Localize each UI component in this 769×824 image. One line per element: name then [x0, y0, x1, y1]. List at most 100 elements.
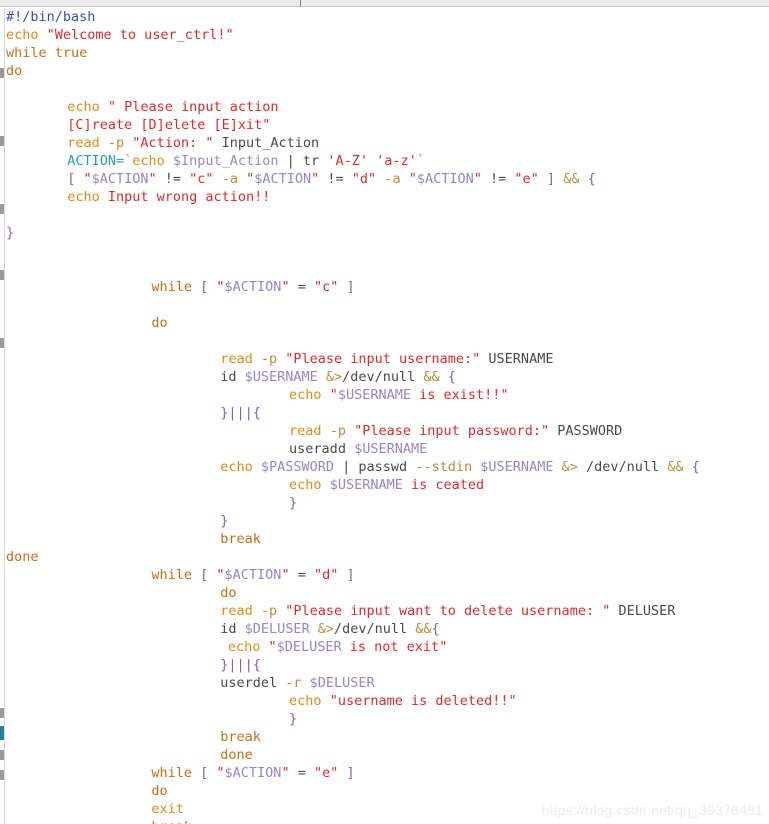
code-token-var: $USERNAME [244, 369, 318, 385]
code-line[interactable] [6, 80, 769, 98]
code-token-kw: break [220, 729, 261, 745]
code-line[interactable]: echo "$USERNAME is exist!!" [6, 386, 769, 404]
code-line[interactable]: id $USERNAME &>/dev/null && { [6, 368, 769, 386]
code-line[interactable] [6, 206, 769, 224]
code-token-str: is ceated [402, 477, 485, 493]
editor-gutter-marker-bar[interactable] [0, 8, 5, 824]
code-line[interactable]: done [6, 548, 769, 566]
watermark-text: https://blog.csdn.net/qq_39376481 [541, 802, 763, 818]
code-line[interactable] [6, 260, 769, 278]
code-line[interactable]: do [6, 584, 769, 602]
code-line[interactable]: read -p "Please input want to delete use… [6, 602, 769, 620]
code-line[interactable]: do [6, 782, 769, 800]
scrollbar-tick [300, 0, 301, 7]
gutter-mark[interactable] [0, 204, 4, 214]
code-token-builtin: echo [227, 639, 269, 655]
code-line[interactable]: while [ "$ACTION" = "e" ] [6, 764, 769, 782]
code-line[interactable]: while [ "$ACTION" = "c" ] [6, 278, 769, 296]
code-token-kw: do [220, 585, 237, 601]
code-line[interactable]: echo $USERNAME is ceated [6, 476, 769, 494]
code-token-str: Input wrong action!! [107, 189, 271, 205]
horizontal-scrollbar[interactable] [0, 0, 769, 7]
code-token-var: $ACTION [224, 279, 282, 295]
code-line[interactable]: }|||{ [6, 404, 769, 422]
code-line[interactable]: echo "Welcome to user_ctrl!" [6, 26, 769, 44]
code-token-op: &> [553, 459, 578, 475]
code-line[interactable]: } [6, 512, 769, 530]
code-line[interactable]: echo $PASSWORD | passwd --stdin $USERNAM… [6, 458, 769, 476]
code-token-builtin: echo [220, 459, 261, 475]
code-token-plain: = [289, 765, 314, 781]
code-line[interactable]: echo "$DELUSER is not exit" [6, 638, 769, 656]
code-line[interactable]: echo "username is deleted!!" [6, 692, 769, 710]
code-token-var: $ACTION [254, 171, 312, 187]
code-token-punct: ] [338, 279, 355, 295]
code-line[interactable]: echo " Please input action [6, 98, 769, 116]
code-line[interactable] [6, 296, 769, 314]
code-line[interactable]: read -p "Please input username:" USERNAM… [6, 350, 769, 368]
code-token-punct: ] [338, 567, 355, 583]
gutter-mark[interactable] [0, 338, 4, 348]
code-token-plain: USERNAME [480, 351, 554, 367]
code-line[interactable]: done [6, 746, 769, 764]
code-line[interactable]: while true [6, 44, 769, 62]
code-token-str: " [216, 279, 225, 295]
code-line[interactable]: read -p "Please input password:" PASSWOR… [6, 422, 769, 440]
code-token-punct: } [289, 495, 298, 511]
code-token-str: "d" [351, 171, 377, 187]
gutter-mark[interactable] [0, 708, 4, 718]
code-line[interactable]: break [6, 728, 769, 746]
code-token-plain: != [481, 171, 515, 187]
gutter-mark[interactable] [0, 770, 4, 780]
code-line[interactable]: echo Input wrong action!! [6, 188, 769, 206]
gutter-mark[interactable] [0, 726, 4, 740]
code-line[interactable]: #!/bin/bash [6, 8, 769, 26]
gutter-mark[interactable] [0, 270, 4, 280]
gutter-mark[interactable] [0, 68, 4, 78]
code-token-str: "c" [189, 171, 214, 187]
gutter-mark[interactable] [0, 750, 4, 760]
code-token-var: $USERNAME [354, 441, 428, 457]
code-line[interactable]: break [6, 818, 769, 824]
code-line[interactable]: id $DELUSER &>/dev/null &&{ [6, 620, 769, 638]
code-line[interactable] [6, 332, 769, 350]
code-token-punct: ] [538, 171, 556, 187]
code-token-kw: while [151, 567, 201, 583]
code-line[interactable]: } [6, 710, 769, 728]
gutter-mark[interactable] [0, 136, 4, 146]
code-line[interactable]: while [ "$ACTION" = "d" ] [6, 566, 769, 584]
code-token-str: " [473, 171, 482, 187]
code-line[interactable]: do [6, 314, 769, 332]
code-line[interactable]: ACTION=`echo $Input_Action | tr 'A-Z' 'a… [6, 152, 769, 170]
code-line[interactable] [6, 242, 769, 260]
code-line[interactable]: } [6, 494, 769, 512]
code-token-var: $DELUSER [244, 621, 310, 637]
code-token-builtin: read [220, 603, 261, 619]
code-token-op: &> [309, 621, 334, 637]
code-token-str: " [148, 171, 157, 187]
code-line[interactable]: }|||{ [6, 656, 769, 674]
code-line[interactable]: read -p "Action: " Input_Action [6, 134, 769, 152]
code-line[interactable]: [C]reate [D]elete [E]xit" [6, 116, 769, 134]
code-line[interactable]: do [6, 62, 769, 80]
code-token-op: -p [260, 351, 286, 367]
code-line[interactable]: useradd $USERNAME [6, 440, 769, 458]
code-token-punct: { [431, 621, 440, 637]
code-line[interactable]: userdel -r $DELUSER [6, 674, 769, 692]
code-token-punct: [ [200, 567, 217, 583]
code-token-builtin: read [67, 135, 108, 151]
code-token-str: "Action: " [132, 135, 214, 151]
code-token-op: -p [260, 603, 286, 619]
code-line[interactable]: break [6, 530, 769, 548]
code-token-builtin: echo [289, 387, 330, 403]
code-line[interactable]: } [6, 224, 769, 242]
code-token-str: " [281, 279, 290, 295]
code-token-builtin: echo [6, 27, 47, 43]
code-token-plain: Input_Action [213, 135, 320, 151]
code-token-str: " [268, 639, 277, 655]
code-line[interactable]: [ "$ACTION" != "c" -a "$ACTION" != "d" -… [6, 170, 769, 188]
code-token-builtin: echo [289, 477, 330, 493]
code-content[interactable]: #!/bin/bash echo "Welcome to user_ctrl!" w… [6, 8, 769, 824]
code-token-op: && [555, 171, 588, 187]
code-token-var: $ACTION [224, 567, 282, 583]
